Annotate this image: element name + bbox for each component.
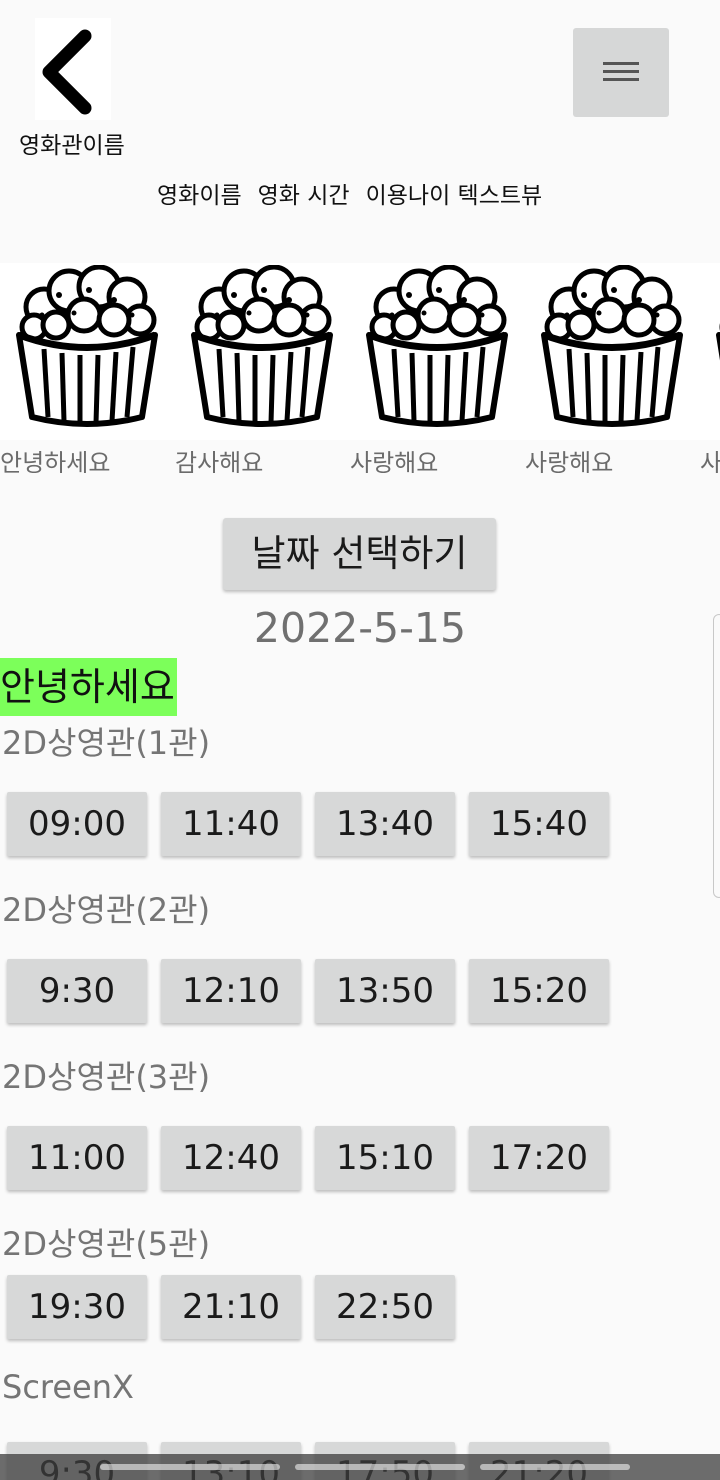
chevron-left-icon xyxy=(42,29,92,115)
poster-label: 안녕하세요 xyxy=(0,449,111,473)
showtime-button[interactable]: 17:20 xyxy=(469,1126,609,1190)
poster-item[interactable]: 안녕하세요 xyxy=(0,263,175,473)
showtime-button[interactable]: 15:20 xyxy=(469,959,609,1023)
showtime-button[interactable]: 15:40 xyxy=(469,792,609,856)
poster-label: 사랑해요 xyxy=(525,449,614,473)
showtime-button[interactable]: 15:10 xyxy=(315,1126,455,1190)
showtime-button[interactable]: 12:10 xyxy=(161,959,301,1023)
showtime-button[interactable]: 9:30 xyxy=(7,959,147,1023)
showtime-button[interactable]: 13:40 xyxy=(315,792,455,856)
poster-label: 사랑해요 xyxy=(350,449,439,473)
menu-icon xyxy=(603,62,639,81)
poster-item[interactable]: 감사해요 xyxy=(175,263,350,473)
back-button[interactable] xyxy=(35,18,111,120)
selected-date: 2022-5-15 xyxy=(253,604,467,652)
theater-label: 2D상영관(2관) xyxy=(2,891,211,929)
nav-handle xyxy=(100,1464,280,1470)
age-rating-text: 이용나이 텍스트뷰 xyxy=(365,183,543,209)
theater-label: 2D상영관(5관) xyxy=(2,1225,211,1263)
movie-name-text: 영화이름 xyxy=(157,183,242,209)
popcorn-icon xyxy=(541,265,683,427)
movie-time-text: 영화 시간 xyxy=(257,183,350,209)
theater-label: 2D상영관(1관) xyxy=(2,724,211,762)
theater-label: 2D상영관(3관) xyxy=(2,1058,211,1096)
showtime-button[interactable]: 12:40 xyxy=(161,1126,301,1190)
poster-item[interactable]: 사랑해요 xyxy=(525,263,700,473)
showtime-button[interactable]: 22:50 xyxy=(315,1275,455,1339)
menu-button[interactable] xyxy=(573,28,669,117)
side-panel-edge xyxy=(713,614,720,898)
popcorn-icon xyxy=(366,265,508,427)
showtime-button[interactable]: 11:40 xyxy=(161,792,301,856)
nav-handle xyxy=(295,1464,465,1470)
popcorn-icon xyxy=(16,265,158,427)
showtime-button[interactable]: 11:00 xyxy=(7,1126,147,1190)
system-nav-bar xyxy=(0,1454,720,1480)
cinema-name: 영화관이름 xyxy=(19,133,125,159)
showtime-button[interactable]: 21:10 xyxy=(161,1275,301,1339)
poster-label: 감사해요 xyxy=(175,449,264,473)
popcorn-icon xyxy=(191,265,333,427)
movie-info-row: 영화이름 영화 시간 이용나이 텍스트뷰 xyxy=(157,176,558,210)
poster-item[interactable]: 사 xyxy=(700,263,720,473)
showtime-button[interactable]: 09:00 xyxy=(7,792,147,856)
showtime-button[interactable]: 19:30 xyxy=(7,1275,147,1339)
poster-item[interactable]: 사랑해요 xyxy=(350,263,525,473)
popcorn-icon xyxy=(716,323,720,361)
nav-handle xyxy=(480,1464,630,1470)
movie-title: 안녕하세요 xyxy=(0,658,177,716)
poster-strip[interactable]: 안녕하세요 감사해요 사랑해요 사랑해요 사 xyxy=(0,263,720,473)
theater-label: ScreenX xyxy=(2,1368,134,1406)
poster-label: 사 xyxy=(700,449,720,473)
showtime-button[interactable]: 13:50 xyxy=(315,959,455,1023)
select-date-button[interactable]: 날짜 선택하기 xyxy=(223,518,496,590)
